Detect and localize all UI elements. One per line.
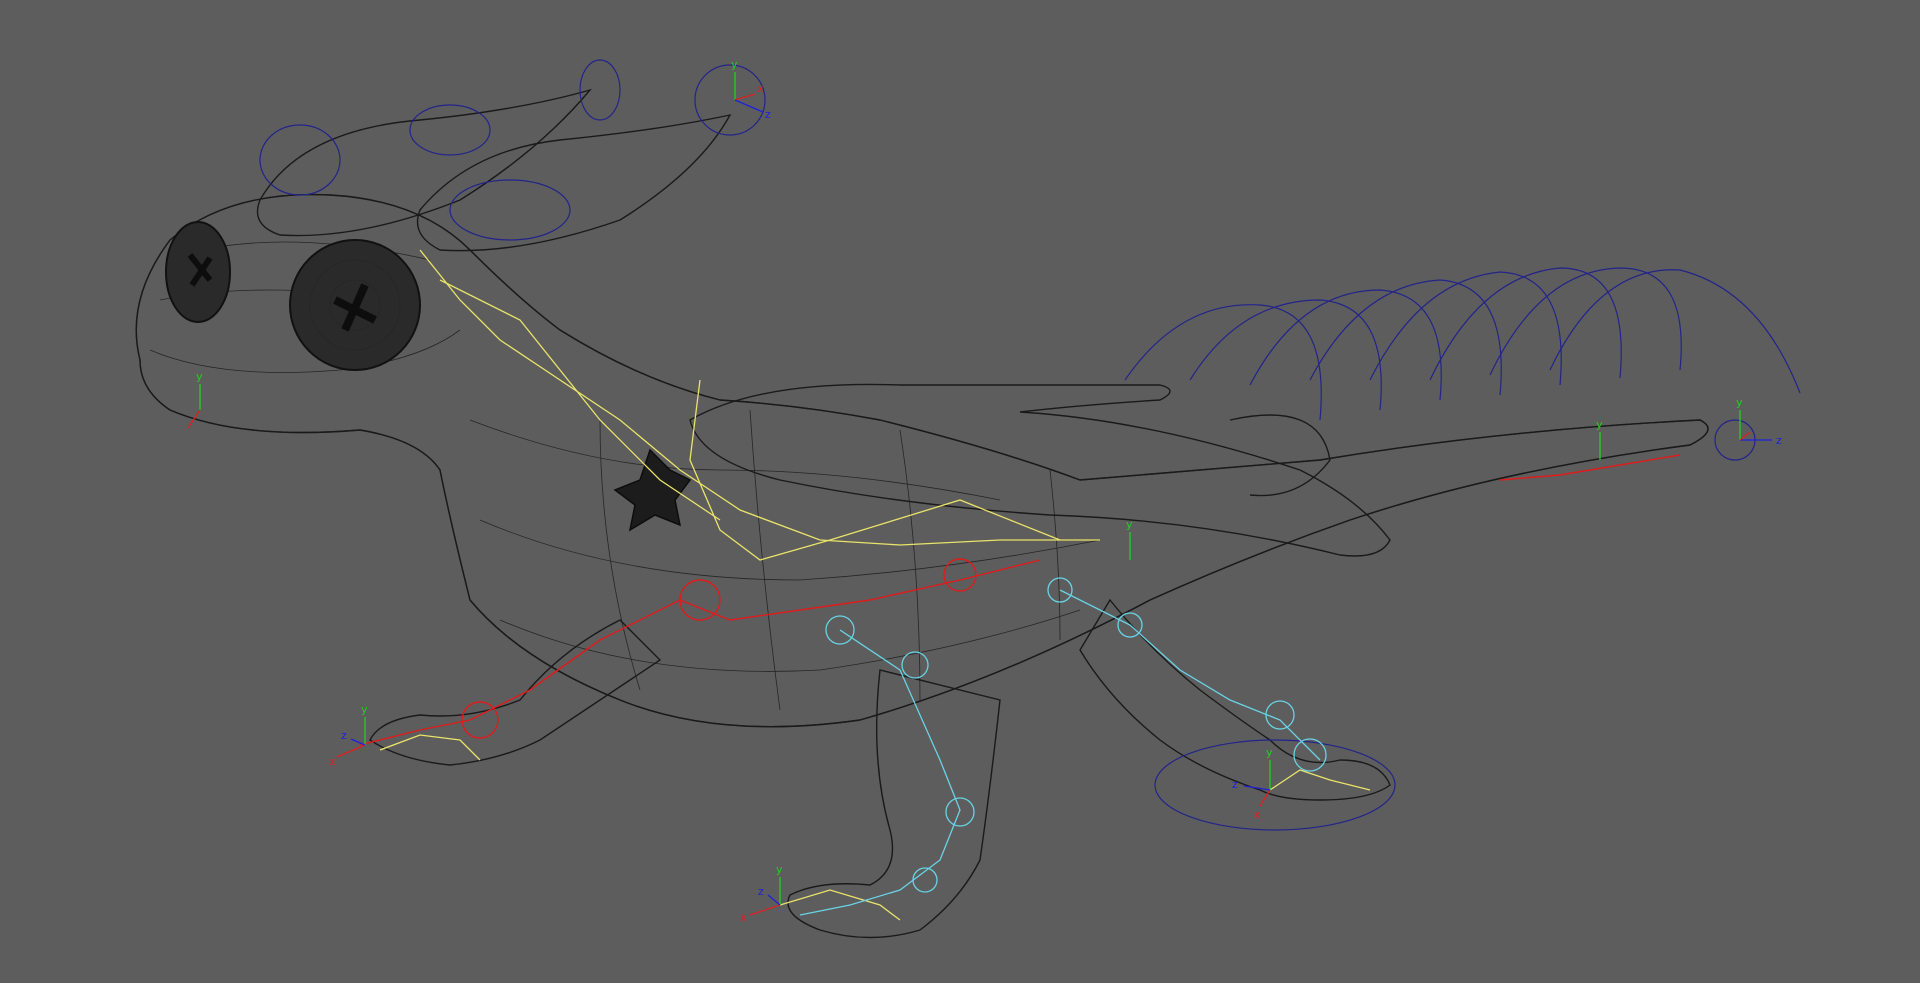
axis-label-y: y <box>1596 418 1603 431</box>
axis-label-x: x <box>740 911 747 924</box>
axis-label-z: z <box>1232 778 1238 791</box>
wireframe-scene[interactable]: y x z y x z y x z y z y x z y y y <box>0 0 1920 983</box>
axis-gizmos: y x z y x z y x z y z y x z y y y <box>187 58 1782 924</box>
xyz-axis-gizmo-icon: y x z <box>731 58 771 121</box>
tail-control-curves[interactable] <box>1124 267 1801 421</box>
3d-viewport[interactable]: y x z y x z y x z y z y x z y y y <box>0 0 1920 983</box>
ear-meshes[interactable] <box>256 88 732 252</box>
axis-label-y: y <box>1736 396 1743 409</box>
axis-label-y: y <box>361 703 368 716</box>
axis-label-y: y <box>196 370 203 383</box>
axis-label-z: z <box>341 729 347 742</box>
left-limb-joints[interactable] <box>359 454 1681 746</box>
xyz-axis-gizmo-icon: y <box>1126 518 1133 560</box>
xyz-axis-gizmo-icon: y <box>1596 418 1603 460</box>
xyz-axis-gizmo-icon: y x z <box>740 863 783 924</box>
xyz-axis-gizmo-icon: y x z <box>329 703 368 768</box>
right-limb-joints[interactable] <box>799 577 1327 916</box>
axis-label-x: x <box>329 755 336 768</box>
axis-label-y: y <box>731 58 738 71</box>
rear-leg-mesh[interactable] <box>1079 598 1391 801</box>
eye-meshes[interactable] <box>165 221 421 371</box>
axis-label-x: x <box>1254 808 1261 821</box>
axis-label-x: x <box>757 82 764 95</box>
chest-marking-mesh[interactable] <box>613 448 692 532</box>
xyz-axis-gizmo-icon: y x z <box>1232 746 1273 821</box>
spine-joints[interactable] <box>379 249 1371 921</box>
axis-label-y: y <box>1266 746 1273 759</box>
axis-label-z: z <box>765 108 771 121</box>
axis-label-y: y <box>1126 518 1133 531</box>
axis-label-z: z <box>758 885 764 898</box>
axis-label-y: y <box>776 863 783 876</box>
head-control-curves[interactable] <box>259 59 1756 831</box>
axis-label-z: z <box>1776 434 1782 447</box>
